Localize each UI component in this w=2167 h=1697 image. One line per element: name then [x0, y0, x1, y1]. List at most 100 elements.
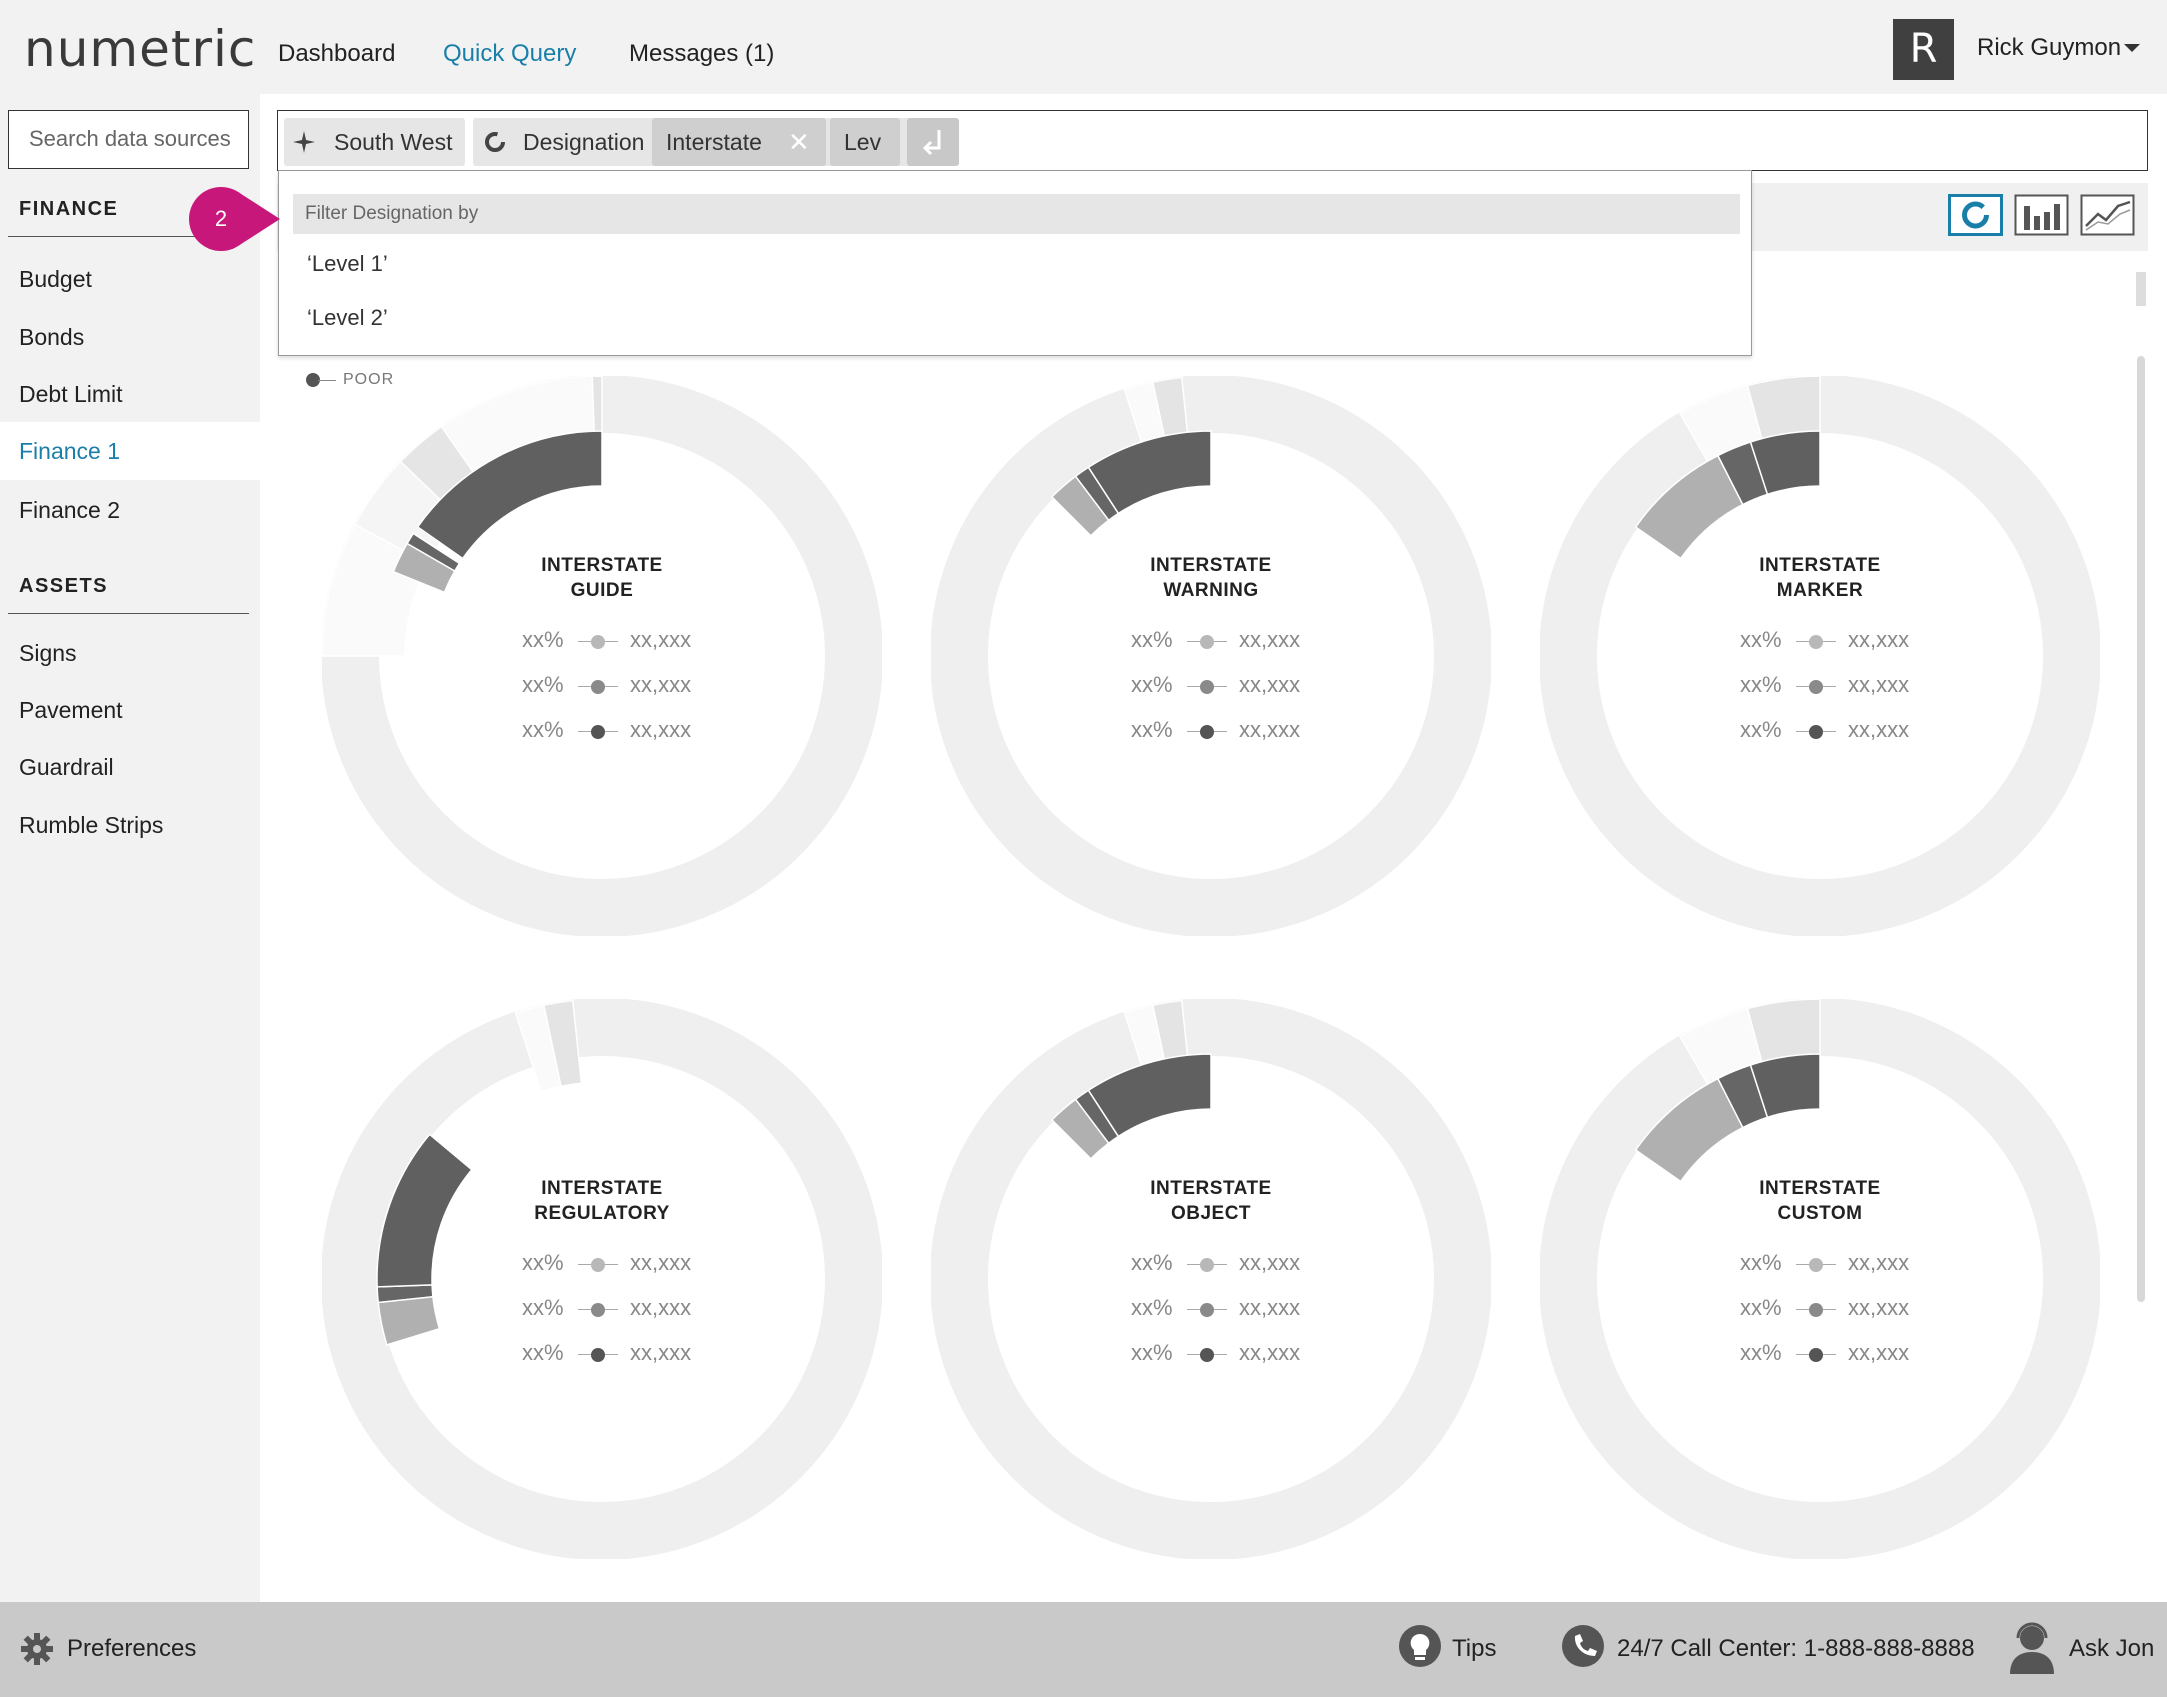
user-name[interactable]: Rick Guymon — [1977, 34, 2121, 62]
filter-dropdown: Filter Designation by ‘Level 1’ ‘Level 2… — [278, 170, 1752, 356]
chart-title-marker: INTERSTATE MARKER — [1670, 553, 1970, 603]
app-footer: Preferences Tips 24/7 Call Center: 1-888… — [0, 1602, 2167, 1697]
line-view-icon[interactable] — [2080, 194, 2135, 236]
app-logo[interactable]: numetric — [24, 20, 256, 78]
section-heading-finance: FINANCE — [19, 198, 119, 220]
scrollbar-thumb[interactable] — [2137, 356, 2145, 1302]
stat-percent: xx% — [522, 672, 564, 697]
stat-row: xx% xx,xxx — [522, 627, 762, 657]
stat-value: xx,xxx — [1239, 1295, 1301, 1320]
stat-dot-icon — [591, 635, 605, 649]
preferences-link[interactable]: Preferences — [67, 1635, 196, 1663]
tips-link[interactable]: Tips — [1452, 1635, 1496, 1663]
sidebar-item-finance-1[interactable]: Finance 1 — [0, 422, 260, 480]
stat-row: xx% xx,xxx — [1131, 627, 1371, 657]
chip-label: South West — [334, 129, 453, 155]
chip-interstate[interactable]: Interstate ✕ — [652, 118, 826, 166]
stat-row: xx% xx,xxx — [1740, 717, 1980, 747]
donut-view-icon[interactable] — [1948, 194, 2003, 236]
search-input[interactable]: Search data sources — [8, 110, 249, 169]
stat-row: xx% xx,xxx — [1740, 1250, 1980, 1280]
stat-dot-icon — [1200, 680, 1214, 694]
stat-percent: xx% — [522, 1250, 564, 1275]
close-icon[interactable]: ✕ — [788, 118, 810, 166]
chart-title-line-1: INTERSTATE — [1759, 1178, 1881, 1199]
sidebar-item-bonds[interactable]: Bonds — [0, 308, 260, 366]
chart-title-line-1: INTERSTATE — [1150, 1178, 1272, 1199]
stat-percent: xx% — [522, 627, 564, 652]
nav-messages[interactable]: Messages (1) — [629, 40, 774, 68]
chevron-down-icon[interactable] — [2124, 44, 2140, 52]
enter-button[interactable] — [907, 118, 959, 166]
chart-title-guide: INTERSTATE GUIDE — [452, 553, 752, 603]
phone-icon[interactable] — [1561, 1624, 1605, 1672]
chart-title-object: INTERSTATE OBJECT — [1061, 1176, 1361, 1226]
chip-label: Lev — [844, 129, 882, 155]
chip-south-west[interactable]: South West — [284, 118, 465, 166]
lightbulb-icon[interactable] — [1398, 1624, 1442, 1672]
stat-value: xx,xxx — [1239, 717, 1301, 742]
stat-row: xx% xx,xxx — [522, 672, 762, 702]
app-header: numetric Dashboard Quick Query Messages … — [0, 0, 2167, 94]
stat-dot-icon — [1200, 1348, 1214, 1362]
sidebar-item-pavement[interactable]: Pavement — [0, 681, 260, 739]
stat-row: xx% xx,xxx — [522, 1295, 762, 1325]
chart-title-line-2: REGULATORY — [534, 1203, 670, 1224]
stat-dot-icon — [591, 680, 605, 694]
stat-dot-icon — [1809, 1303, 1823, 1317]
nav-quick-query[interactable]: Quick Query — [443, 40, 576, 68]
stat-value: xx,xxx — [630, 717, 692, 742]
sidebar-item-rumble-strips[interactable]: Rumble Strips — [0, 796, 260, 854]
stat-percent: xx% — [1131, 627, 1173, 652]
bar-view-icon[interactable] — [2014, 194, 2069, 236]
dropdown-item-level-1[interactable]: ‘Level 1’ — [307, 251, 388, 277]
gear-icon[interactable] — [20, 1632, 54, 1666]
stat-value: xx,xxx — [1848, 1340, 1910, 1365]
stat-row: xx% xx,xxx — [1131, 1250, 1371, 1280]
sidebar-item-debt-limit[interactable]: Debt Limit — [0, 365, 260, 423]
ask-link[interactable]: Ask Jon — [2069, 1635, 2154, 1663]
stat-percent: xx% — [1131, 1340, 1173, 1365]
query-bar[interactable]: South West Designation Interstate ✕ Lev — [277, 110, 2148, 171]
stat-dot-icon — [1200, 725, 1214, 739]
chart-title-line-1: INTERSTATE — [1150, 555, 1272, 576]
sidebar-item-budget[interactable]: Budget — [0, 250, 260, 308]
nav-dashboard[interactable]: Dashboard — [278, 40, 395, 68]
stat-row: xx% xx,xxx — [1740, 1340, 1980, 1370]
sidebar-item-guardrail[interactable]: Guardrail — [0, 738, 260, 796]
stat-value: xx,xxx — [630, 627, 692, 652]
stat-value: xx,xxx — [1848, 1250, 1910, 1275]
stat-percent: xx% — [522, 1340, 564, 1365]
stat-percent: xx% — [1131, 672, 1173, 697]
stat-row: xx% xx,xxx — [1740, 1295, 1980, 1325]
donut-icon — [485, 132, 505, 152]
chip-lev[interactable]: Lev — [830, 118, 900, 166]
chart-title-regulatory: INTERSTATE REGULATORY — [452, 1176, 752, 1226]
scrollbar-top[interactable] — [2136, 272, 2146, 306]
chart-title-line-2: OBJECT — [1170, 1203, 1252, 1224]
stat-dot-icon — [1200, 635, 1214, 649]
stat-percent: xx% — [1740, 717, 1782, 742]
sidebar-item-signs[interactable]: Signs — [0, 624, 260, 682]
sidebar-item-finance-2[interactable]: Finance 2 — [0, 481, 260, 539]
call-center-link[interactable]: 24/7 Call Center: 1-888-888-8888 — [1617, 1635, 1975, 1663]
stat-dot-icon — [1200, 1303, 1214, 1317]
avatar[interactable]: R — [1893, 19, 1954, 80]
donut-segment — [377, 1295, 441, 1346]
support-agent-icon[interactable] — [2004, 1620, 2060, 1676]
stat-dot-icon — [591, 1303, 605, 1317]
stat-dot-icon — [1809, 1348, 1823, 1362]
stat-percent: xx% — [522, 717, 564, 742]
stat-value: xx,xxx — [630, 672, 692, 697]
stat-percent: xx% — [1131, 1250, 1173, 1275]
stat-dot-icon — [1809, 635, 1823, 649]
chip-label: Interstate — [666, 129, 762, 155]
enter-icon — [922, 130, 941, 156]
annotation-badge-number: 2 — [214, 206, 228, 231]
dropdown-item-level-2[interactable]: ‘Level 2’ — [307, 305, 388, 331]
chart-title-line-2: CUSTOM — [1777, 1203, 1863, 1224]
chart-title-line-2: GUIDE — [570, 580, 634, 601]
chart-title-line-1: INTERSTATE — [1759, 555, 1881, 576]
stat-percent: xx% — [1740, 1250, 1782, 1275]
stat-row: xx% xx,xxx — [1131, 717, 1371, 747]
